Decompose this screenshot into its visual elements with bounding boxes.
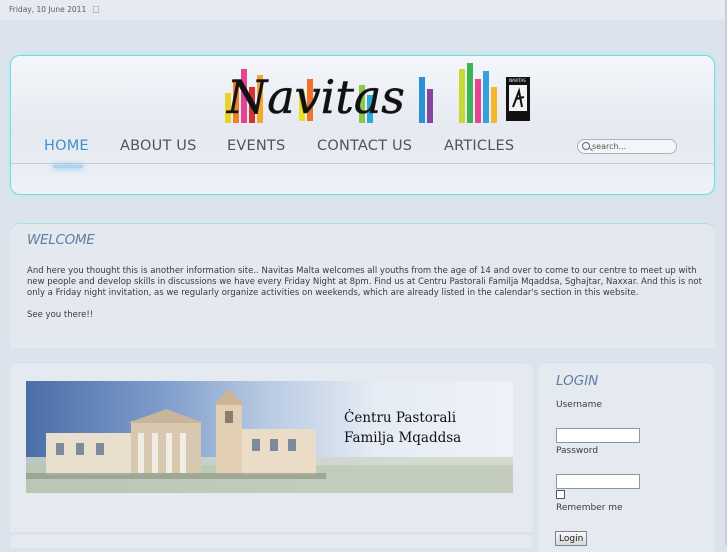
main-content-panel: Ċentru Pastorali Familja Mqaddsa — [10, 362, 533, 532]
centre-banner-image: Ċentru Pastorali Familja Mqaddsa — [26, 381, 513, 493]
username-label: Username — [556, 400, 602, 410]
banner-line-1: Ċentru Pastorali — [344, 410, 457, 426]
remember-me-label: Remember me — [556, 503, 623, 513]
remember-me-checkbox[interactable] — [556, 490, 565, 499]
search-icon — [582, 142, 590, 150]
login-panel: LOGIN Username Password Remember me Logi… — [538, 362, 715, 552]
password-label: Password — [556, 446, 599, 456]
top-bar: Friday, 10 June 2011 — [0, 0, 727, 20]
lower-panel — [10, 533, 533, 548]
nav-item-articles[interactable]: ARTICLES — [444, 138, 514, 154]
username-field[interactable] — [556, 428, 640, 443]
welcome-title: WELCOME — [27, 232, 95, 248]
nav-item-contact-us[interactable]: CONTACT US — [317, 138, 412, 154]
site-header: Navitas NAVITAS HOME ABOUT US EVENTS CON… — [10, 55, 715, 195]
banner-line-2: Familja Mqaddsa — [344, 430, 462, 446]
welcome-body: And here you thought this is another inf… — [27, 266, 702, 298]
calendar-icon — [93, 6, 100, 13]
search-box[interactable] — [577, 139, 677, 154]
date-text: Friday, 10 June 2011 — [9, 5, 100, 14]
nav-item-home[interactable]: HOME — [44, 138, 89, 154]
password-field[interactable] — [556, 474, 640, 489]
nav-item-about-us[interactable]: ABOUT US — [120, 138, 197, 154]
login-button[interactable]: Login — [555, 531, 588, 546]
welcome-panel: WELCOME And here you thought this is ano… — [10, 223, 715, 348]
welcome-signoff: See you there!! — [27, 310, 94, 320]
active-nav-indicator — [53, 165, 83, 168]
banner-caption: Ċentru Pastorali Familja Mqaddsa — [344, 408, 461, 448]
logo-badge-text: NAVITAS — [509, 78, 526, 83]
login-title: LOGIN — [556, 373, 599, 389]
search-input[interactable] — [592, 140, 672, 153]
nav-item-events[interactable]: EVENTS — [227, 138, 285, 154]
navitas-logo[interactable]: Navitas NAVITAS — [219, 61, 534, 133]
logo-wordmark: Navitas — [226, 70, 405, 124]
nav-divider — [11, 163, 714, 164]
